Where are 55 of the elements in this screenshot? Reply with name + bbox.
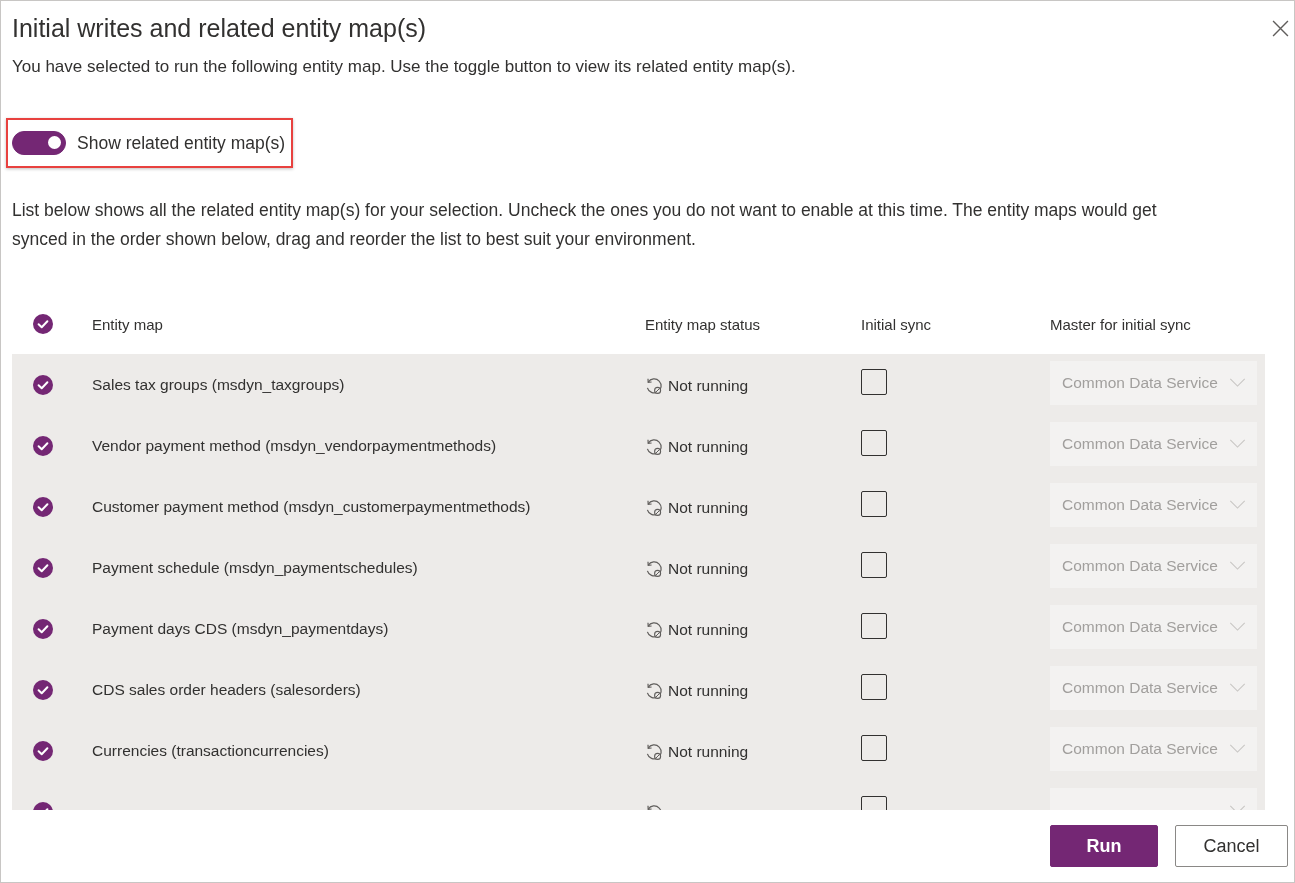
run-button[interactable]: Run xyxy=(1050,825,1158,867)
entity-map-name: Payment days CDS (msdyn_paymentdays) xyxy=(92,619,389,637)
column-header: Entity map status xyxy=(645,315,762,333)
close-icon[interactable] xyxy=(1272,19,1289,37)
sync-off-icon xyxy=(645,376,663,395)
status-text: Not running xyxy=(668,620,749,639)
row-check-icon[interactable] xyxy=(33,618,53,639)
row-check-icon[interactable] xyxy=(33,740,53,761)
chevron-down-icon xyxy=(1229,439,1246,448)
sync-off-icon xyxy=(645,681,663,700)
initial-sync-checkbox[interactable] xyxy=(861,734,887,761)
chevron-down-icon xyxy=(1229,744,1246,753)
row-check-icon[interactable] xyxy=(33,557,53,578)
entity-map-name: Sales tax groups (msdyn_taxgroups) xyxy=(92,375,345,393)
description-text: List below shows all the related entity map(s) for your selection. Uncheck the ones you do not want to enable at this time. The entity maps would get synced in the order shown below, drag and reorder the list to best suit your environment. xyxy=(12,199,1158,251)
chevron-down-icon xyxy=(1229,683,1246,692)
sync-off-icon xyxy=(645,437,663,456)
initial-sync-checkbox[interactable] xyxy=(861,368,887,395)
column-header: Initial sync xyxy=(861,315,933,333)
initial-sync-checkbox[interactable] xyxy=(861,673,887,700)
status-text: Not running xyxy=(668,559,749,578)
cancel-button[interactable]: Cancel xyxy=(1175,825,1288,867)
initial-sync-checkbox[interactable] xyxy=(861,429,887,456)
initial-sync-checkbox[interactable] xyxy=(861,490,887,517)
entity-map-name: Currencies (transactioncurrencies) xyxy=(92,741,329,759)
entity-map-name: Payment schedule (msdyn_paymentschedules) xyxy=(92,558,418,576)
status-text: Not running xyxy=(668,681,749,700)
initial-sync-checkbox[interactable] xyxy=(861,612,887,639)
row-check-icon[interactable] xyxy=(33,496,53,517)
column-header: Master for initial sync xyxy=(1050,315,1192,333)
status-text: Not running xyxy=(668,376,749,395)
sync-off-icon xyxy=(645,742,663,761)
select-all-check-icon[interactable] xyxy=(33,314,53,334)
chevron-down-icon xyxy=(1229,500,1246,509)
entity-map-name: Customer payment method (msdyn_customerpaymentmethods) xyxy=(92,497,531,515)
status-text: Not running xyxy=(668,498,749,517)
entity-map-name: CDS sales order headers (salesorders) xyxy=(92,680,361,698)
chevron-down-icon xyxy=(1229,378,1246,387)
dialog-subtitle: You have selected to run the following entity map. Use the toggle button to view its related entity map(s). xyxy=(12,56,797,78)
row-check-icon[interactable] xyxy=(33,435,53,456)
chevron-down-icon xyxy=(1229,622,1246,631)
sync-off-icon xyxy=(645,498,663,517)
toggle-label: Show related entity map(s) xyxy=(77,132,286,154)
status-text: Not running xyxy=(668,742,749,761)
row-check-icon[interactable] xyxy=(33,679,53,700)
dialog-title: Initial writes and related entity map(s) xyxy=(12,13,427,44)
column-header: Entity map xyxy=(92,315,164,333)
status-text: Not running xyxy=(668,437,749,456)
chevron-down-icon xyxy=(1229,561,1246,570)
entity-map-name: Vendor payment method (msdyn_vendorpaymentmethods) xyxy=(92,436,497,454)
sync-off-icon xyxy=(645,620,663,639)
initial-sync-checkbox[interactable] xyxy=(861,551,887,578)
toggle-switch[interactable] xyxy=(12,131,66,155)
row-check-icon[interactable] xyxy=(33,374,53,395)
sync-off-icon xyxy=(645,559,663,578)
